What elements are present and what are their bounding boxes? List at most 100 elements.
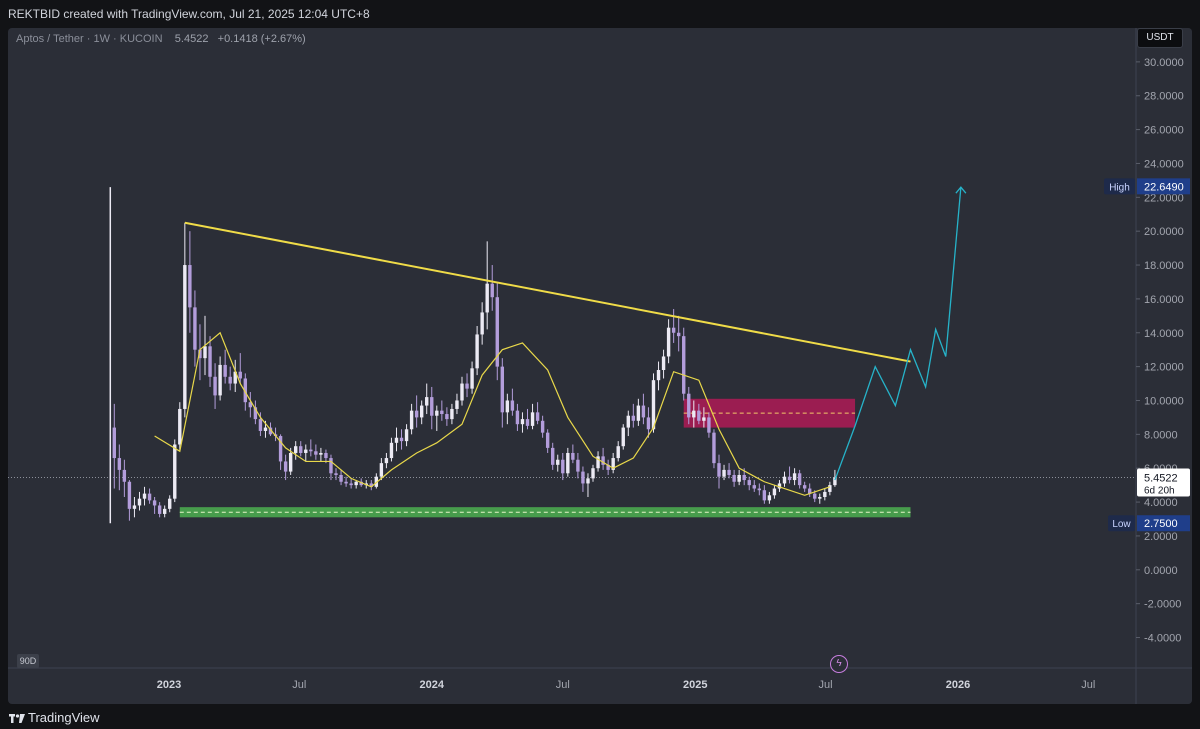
candle-body	[475, 334, 479, 369]
x-tick-label: Jul	[819, 679, 833, 691]
candle	[394, 427, 399, 452]
candle-body	[263, 427, 268, 431]
candle	[147, 488, 152, 504]
candle-body	[455, 400, 459, 409]
candle-body	[404, 429, 409, 442]
high-price-value: 22.6490	[1144, 181, 1184, 193]
candle-body	[117, 458, 122, 470]
candle-body	[188, 265, 192, 308]
x-tick-label: 2026	[946, 679, 970, 691]
price-chart[interactable]: 30.000028.000026.000024.000022.000020.00…	[8, 28, 1192, 704]
candle-body	[535, 412, 540, 421]
candle	[480, 302, 484, 345]
candle	[137, 491, 142, 511]
candle-body	[525, 419, 530, 426]
candle	[530, 403, 535, 430]
candle	[193, 290, 197, 367]
low-tag-label: Low	[1112, 519, 1131, 530]
candle-body	[435, 410, 439, 416]
candle-body	[566, 452, 570, 474]
y-tick-label: 16.0000	[1144, 294, 1184, 306]
candle	[450, 403, 454, 425]
candle	[309, 439, 313, 457]
candle-body	[334, 473, 338, 475]
candle	[656, 361, 661, 391]
candle-body	[354, 481, 358, 486]
candle-body	[707, 417, 711, 433]
candle-body	[682, 336, 686, 394]
attribution-bar: REKTBID created with TradingView.com, Ju…	[0, 0, 1200, 28]
candle-body	[656, 370, 661, 381]
candle	[732, 469, 736, 487]
candle	[727, 463, 731, 479]
candle-body	[787, 476, 792, 481]
candle-body	[440, 410, 444, 415]
candle	[485, 241, 489, 330]
candle	[283, 454, 288, 481]
candle	[576, 452, 580, 479]
candle-body	[551, 447, 555, 465]
candle	[787, 466, 792, 484]
candle-body	[641, 405, 646, 418]
candle	[540, 415, 545, 438]
candle-body	[556, 459, 560, 465]
candle-body	[717, 463, 721, 477]
candle	[545, 429, 550, 453]
y-tick-label: 24.0000	[1144, 158, 1184, 170]
candle	[465, 373, 469, 398]
candle-body	[157, 505, 162, 514]
candle-body	[545, 432, 550, 448]
candle	[339, 469, 343, 486]
y-tick-label: 12.0000	[1144, 362, 1184, 374]
x-tick-label: Jul	[1081, 679, 1095, 691]
candle-body	[500, 366, 505, 413]
candle	[399, 429, 404, 450]
candle-body	[203, 346, 207, 359]
candle-body	[767, 495, 772, 501]
candle-body	[530, 412, 535, 426]
x-tick-label: Jul	[292, 679, 306, 691]
candle-body	[782, 476, 787, 484]
descending-trendline	[184, 221, 911, 363]
candle	[626, 410, 630, 437]
tradingview-logo-icon	[9, 714, 25, 724]
candle	[334, 468, 338, 481]
candle	[460, 376, 464, 406]
candle-body	[520, 419, 525, 425]
candle-body	[319, 452, 323, 455]
candle	[162, 505, 167, 518]
candle-body	[238, 371, 242, 379]
candle-body	[747, 480, 751, 486]
candle-body	[147, 493, 152, 501]
candle	[218, 356, 222, 401]
candle	[228, 366, 232, 391]
low-price-value: 2.7500	[1144, 518, 1178, 530]
candle	[344, 476, 348, 487]
candle	[168, 495, 172, 513]
lightning-icon[interactable]: ϟ	[830, 655, 848, 673]
candle-body	[485, 283, 489, 313]
candle	[349, 478, 353, 489]
candle	[500, 358, 505, 428]
candle-body	[687, 393, 691, 418]
y-tick-label: -4.0000	[1144, 633, 1181, 645]
candle-body	[828, 485, 832, 492]
candle	[586, 473, 590, 497]
candle	[419, 400, 424, 425]
candle	[384, 452, 389, 469]
candle	[606, 459, 610, 475]
candle-body	[666, 327, 671, 357]
candle-body	[349, 483, 353, 486]
range-button-90d[interactable]: 90D	[17, 654, 39, 668]
candle-body	[636, 405, 641, 421]
candle	[616, 441, 620, 462]
chart-panel[interactable]: 30.0000 28.0000 26.0000 24.0000 22.0000 20.00…	[8, 28, 1192, 704]
currency-button[interactable]: USDT	[1137, 28, 1183, 48]
candle-body	[561, 459, 565, 474]
symbol-change: +0.1418 (+2.67%)	[217, 33, 306, 45]
current-price-value: 5.4522	[1144, 473, 1178, 485]
tradingview-logo[interactable]: TradingView	[9, 710, 100, 725]
candle	[440, 400, 444, 421]
candle-body	[697, 410, 701, 421]
candle-body	[409, 410, 414, 430]
